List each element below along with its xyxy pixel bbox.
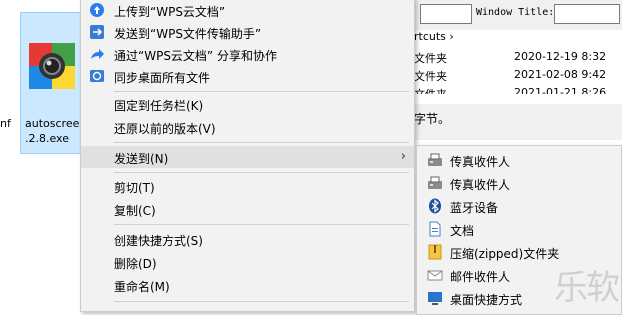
menu-item-create-shortcut[interactable]: 创建快捷方式(S) [81,228,414,250]
menu-item-upload-wps-cloud[interactable]: 上传到“WPS云文档” [81,0,414,21]
list-item[interactable]: 文件夹 2021-01-21 8:26 [414,84,622,94]
background-window: Window Title: rtcuts › 文件夹 2020-12-19 8:… [414,0,622,140]
window-title-input[interactable] [554,4,620,24]
fax-icon [428,153,442,166]
menu-separator [114,172,409,173]
menu-separator [114,91,409,92]
menu-item-send-to[interactable]: 发送到(N) › [81,146,414,168]
chevron-right-icon: › [400,149,406,164]
window-input-left[interactable] [420,4,472,24]
file-list: rtcuts › 文件夹 2020-12-19 8:32 文件夹 2021-02… [414,30,622,104]
menu-item-pin-taskbar[interactable]: 固定到任务栏(K) [81,93,414,115]
cloud-upload-icon [90,3,104,17]
wps-transfer-icon [90,25,104,39]
context-menu: 上传到“WPS云文档” 发送到“WPS文件传输助手” 通过“WPS云文档” 分享… [80,0,415,312]
mail-icon [427,270,443,281]
menu-item-rename[interactable]: 重命名(M) [81,274,414,296]
menu-item-copy[interactable]: 复制(C) [81,198,414,220]
menu-item-delete[interactable]: 删除(D) [81,251,414,273]
file-name-line1: autoscree [25,117,80,130]
menu-item-cut[interactable]: 剪切(T) [81,175,414,197]
submenu-item-documents[interactable]: 文档 [417,217,621,240]
menu-separator [114,224,409,225]
menu-item-share-wps[interactable]: 通过“WPS云文档” 分享和协作 [81,43,414,65]
menu-item-sync-desktop[interactable]: 同步桌面所有文件 [81,65,414,87]
list-item[interactable]: 文件夹 2021-02-08 9:42 [414,66,622,84]
selected-file-icon[interactable]: autoscree .2.8.exe [20,12,88,154]
submenu-item-fax-1[interactable]: 传真收件人 [417,148,621,171]
autoscreen-app-icon [29,43,75,89]
desktop-icon [428,292,442,305]
menu-separator [114,142,409,143]
document-icon [429,221,441,237]
share-icon [91,49,104,59]
window-title-label: Window Title: [476,7,555,18]
sync-desktop-icon [90,70,104,82]
path-fragment: rtcuts › [414,30,454,43]
menu-separator [114,301,409,302]
file-name-line2: .2.8.exe [25,132,69,145]
zip-folder-icon [428,244,442,260]
menu-item-send-wps-transfer[interactable]: 发送到“WPS文件传输助手” [81,21,414,43]
watermark-logo: 乐软 [554,268,620,308]
list-item[interactable]: 文件夹 2020-12-19 8:32 [414,48,622,66]
submenu-item-bluetooth[interactable]: 蓝牙设备 [417,194,621,217]
fax-icon [428,176,442,189]
submenu-item-fax-2[interactable]: 传真收件人 [417,171,621,194]
file-name-label: autoscree .2.8.exe [25,116,87,146]
status-text: 字节。 [414,112,451,126]
clipped-file-label: nf [0,117,11,130]
menu-item-restore-versions[interactable]: 还原以前的版本(V) [81,116,414,138]
bluetooth-icon [429,198,441,214]
